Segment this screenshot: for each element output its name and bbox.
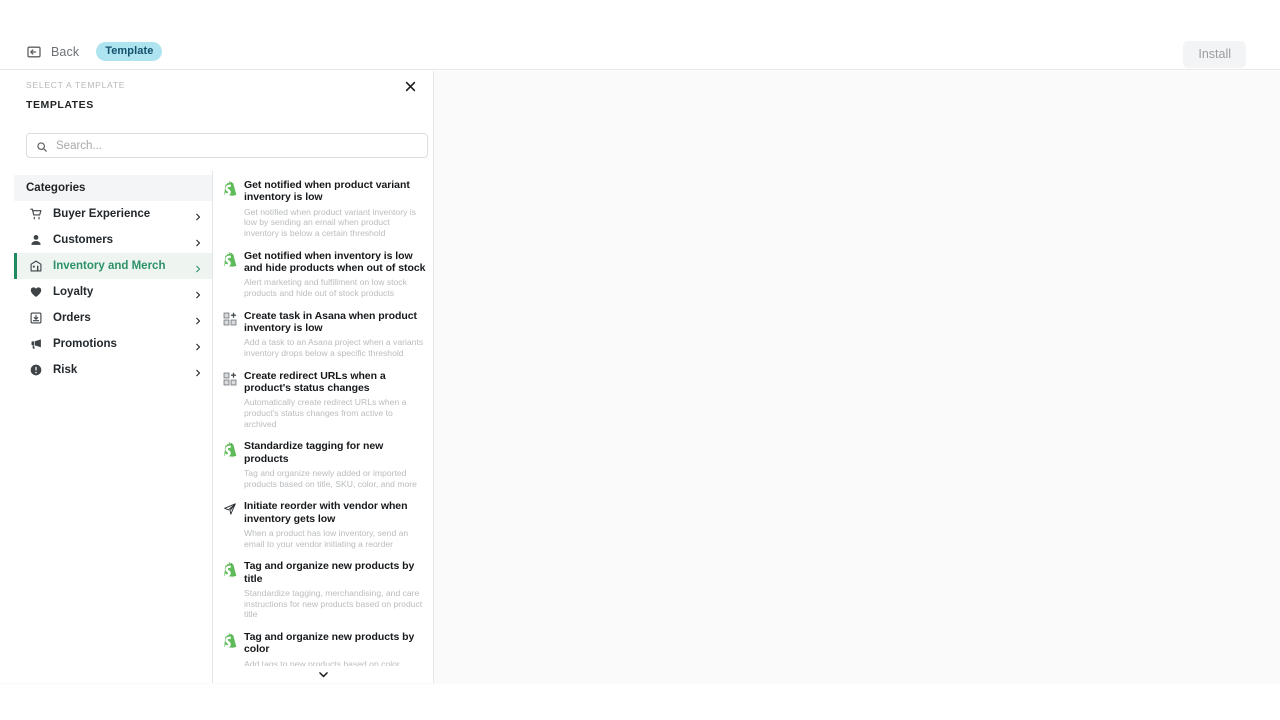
close-icon[interactable]: [399, 75, 421, 97]
search-box[interactable]: [26, 133, 428, 158]
sidebar-item-customers[interactable]: Customers: [14, 227, 212, 253]
inbox-download-icon: [29, 311, 43, 325]
sidebar-item-loyalty[interactable]: Loyalty: [14, 279, 212, 305]
template-description: Get notified when product variant invent…: [244, 206, 416, 238]
template-title: Get notified when product variant invent…: [244, 179, 410, 204]
search-icon: [36, 140, 48, 152]
panel-eyebrow: SELECT A TEMPLATE: [26, 80, 126, 90]
chevron-down-icon[interactable]: [317, 668, 330, 681]
alert-circle-icon: [29, 363, 43, 377]
template-list-item[interactable]: Get notified when inventory is low and h…: [223, 244, 426, 304]
grid-plus-icon: [223, 310, 237, 359]
template-text: Create redirect URLs when a product's st…: [244, 370, 426, 430]
shopping-cart-icon: [29, 207, 43, 221]
scroll-more-button[interactable]: [213, 666, 433, 681]
install-button[interactable]: Install: [1183, 41, 1246, 68]
template-text: Standardize tagging for new products Tag …: [244, 440, 426, 489]
template-description: Standardize tagging, merchandising, and …: [244, 588, 423, 620]
back-label: Back: [51, 44, 80, 59]
template-text: Create task in Asana when product invent…: [244, 310, 426, 359]
paper-plane-glyph: [224, 503, 236, 515]
categories-header: Categories: [14, 175, 212, 201]
template-text: Get notified when product variant invent…: [244, 179, 426, 239]
sidebar-item-inventory-and-merch[interactable]: Inventory and Merch: [14, 253, 212, 279]
template-text: Get notified when inventory is low and h…: [244, 250, 426, 299]
paper-plane-icon: [223, 500, 237, 549]
templates-list: Get notified when product variant invent…: [223, 173, 426, 683]
template-list-item[interactable]: Create redirect URLs when a product's st…: [223, 364, 426, 435]
sidebar-item-orders[interactable]: Orders: [14, 305, 212, 331]
template-title: Get notified when inventory is low and h…: [244, 249, 426, 274]
template-list-item[interactable]: Tag and organize new products by title St…: [223, 554, 426, 625]
grid-plus-glyph: [223, 372, 237, 385]
shopify-glyph: [224, 442, 237, 457]
template-title: Create redirect URLs when a product's st…: [244, 369, 386, 394]
template-title: Initiate reorder with vendor when invent…: [244, 500, 408, 525]
chevron-right-icon[interactable]: [193, 313, 203, 325]
template-list-item[interactable]: Standardize tagging for new products Tag …: [223, 434, 426, 494]
chevron-right-icon[interactable]: [193, 339, 203, 351]
back-group[interactable]: Back Template: [26, 42, 163, 61]
sidebar-item-risk[interactable]: Risk: [14, 357, 212, 383]
shopify-icon: [223, 440, 237, 489]
template-description: When a product has low inventory, send a…: [244, 528, 409, 549]
templates-column[interactable]: Get notified when product variant invent…: [213, 171, 433, 683]
template-text: Initiate reorder with vendor when invent…: [244, 500, 426, 549]
search-wrapper: [26, 133, 428, 158]
back-arrow-icon[interactable]: [26, 44, 42, 60]
store-icon: [29, 259, 43, 273]
template-title: Standardize tagging for new products: [244, 440, 384, 465]
template-description: Add a task to an Asana project when a va…: [244, 337, 424, 358]
shopify-glyph: [224, 562, 237, 577]
template-title: Create task in Asana when product invent…: [244, 309, 418, 334]
template-description: Tag and organize newly added or imported…: [244, 468, 417, 489]
shopify-icon: [223, 560, 237, 620]
sidebar-item-label: Inventory and Merch: [53, 260, 166, 272]
megaphone-icon: [29, 337, 43, 351]
shopify-icon: [223, 250, 237, 299]
template-description: Alert marketing and fulfillment on low s…: [244, 277, 407, 298]
chevron-right-icon[interactable]: [193, 209, 203, 221]
panel-header: SELECT A TEMPLATE TEMPLATES: [0, 71, 433, 133]
panel-body: Categories Buyer Experience Customers Inve…: [0, 171, 433, 683]
sidebar-item-label: Risk: [53, 364, 78, 376]
grid-plus-glyph: [223, 312, 237, 325]
chevron-right-icon[interactable]: [193, 261, 203, 273]
sidebar-item-label: Customers: [53, 234, 114, 246]
sidebar-item-label: Buyer Experience: [53, 208, 151, 220]
shopify-glyph: [224, 251, 237, 267]
chevron-right-icon[interactable]: [193, 365, 203, 377]
template-badge: Template: [96, 42, 163, 61]
panel-title: TEMPLATES: [26, 99, 94, 111]
categories-column: Categories Buyer Experience Customers Inve…: [0, 171, 213, 683]
template-list-item[interactable]: Get notified when product variant invent…: [223, 173, 426, 244]
template-title: Tag and organize new products by color: [244, 630, 415, 656]
categories-list: Buyer Experience Customers Inventory and M…: [14, 201, 212, 383]
shopify-icon: [223, 179, 237, 239]
shopify-glyph: [224, 633, 237, 648]
chevron-right-icon[interactable]: [193, 287, 203, 299]
grid-plus-icon: [223, 370, 237, 430]
shopify-glyph: [224, 181, 237, 196]
canvas-bottom-strip: [0, 684, 1280, 720]
template-description: Automatically create redirect URLs when …: [244, 397, 407, 429]
person-icon: [29, 233, 43, 247]
template-list-item[interactable]: Initiate reorder with vendor when invent…: [223, 494, 426, 554]
template-text: Tag and organize new products by title St…: [244, 560, 426, 620]
sidebar-item-promotions[interactable]: Promotions: [14, 331, 212, 357]
chevron-right-icon[interactable]: [193, 235, 203, 247]
template-picker-panel: SELECT A TEMPLATE TEMPLATES Categories B…: [0, 71, 434, 683]
template-list-item[interactable]: Create task in Asana when product invent…: [223, 304, 426, 364]
sidebar-item-label: Orders: [53, 312, 91, 324]
sidebar-item-label: Loyalty: [53, 286, 94, 298]
sidebar-item-buyer-experience[interactable]: Buyer Experience: [14, 201, 212, 227]
template-title: Tag and organize new products by title: [244, 560, 415, 585]
search-input[interactable]: [56, 139, 418, 152]
heart-icon: [29, 285, 43, 299]
top-bar: Back Template Install: [0, 0, 1280, 70]
sidebar-item-label: Promotions: [53, 338, 117, 350]
